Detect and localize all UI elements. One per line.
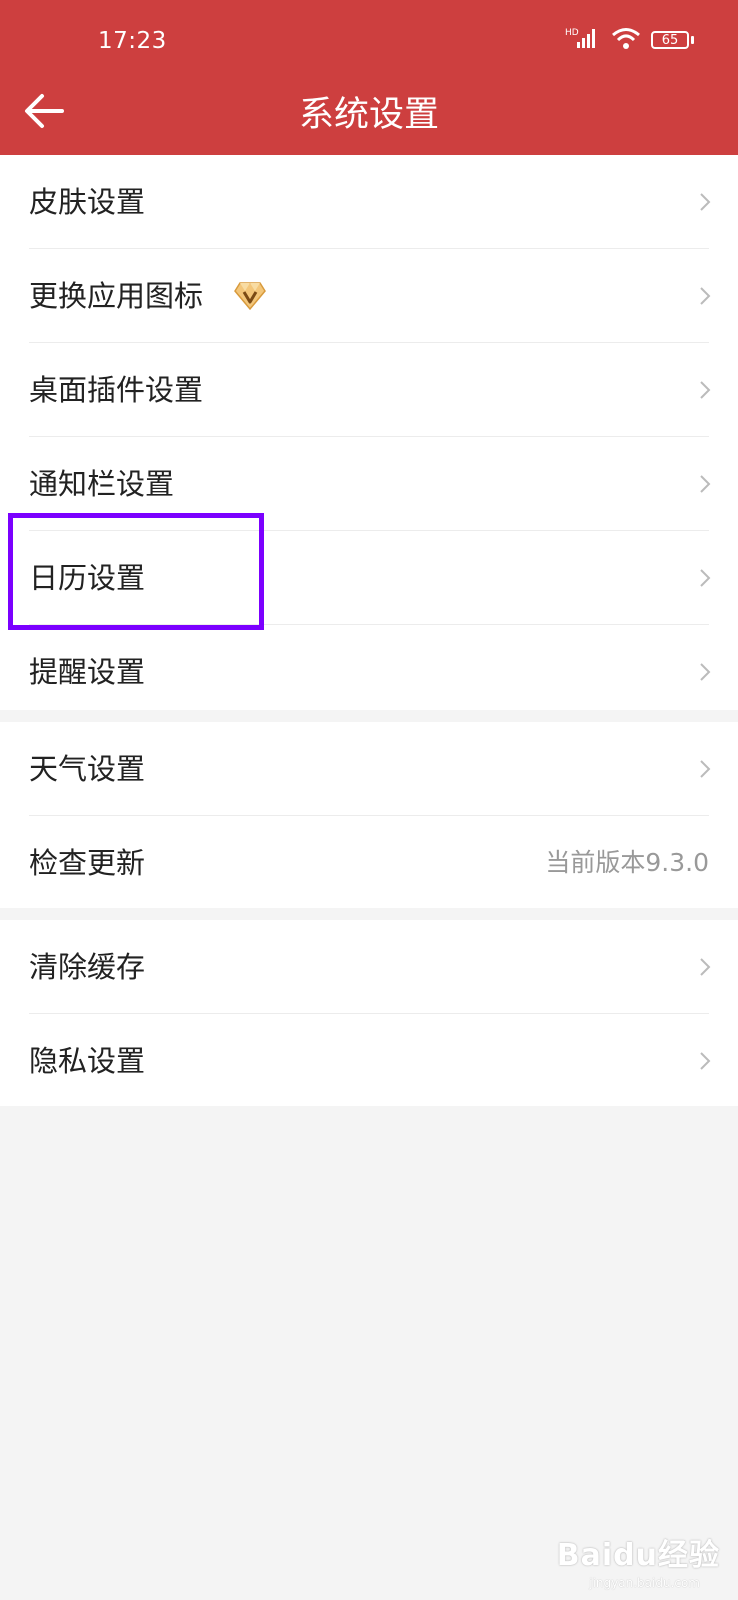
item-label: 桌面插件设置 [29, 373, 204, 407]
vip-diamond-icon [234, 282, 266, 311]
highlight-annotation-box [8, 513, 264, 630]
battery-icon: 65 [651, 31, 694, 49]
signal-hd-label: HD [565, 28, 579, 38]
watermark-logo: Baidu经验 [556, 1538, 720, 1573]
settings-item-skin[interactable]: 皮肤设置 [0, 155, 738, 249]
item-label: 更换应用图标 [29, 279, 204, 313]
version-value: 当前版本9.3.0 [545, 848, 709, 877]
chevron-right-icon [700, 1052, 711, 1070]
status-icons: HD 65 [565, 26, 694, 54]
item-label: 天气设置 [29, 752, 146, 786]
settings-item-check-update[interactable]: 检查更新 当前版本9.3.0 [0, 816, 738, 910]
settings-item-clear-cache[interactable]: 清除缓存 [0, 920, 738, 1014]
status-time: 17:23 [98, 28, 167, 54]
item-label: 皮肤设置 [29, 185, 146, 219]
settings-item-weather[interactable]: 天气设置 [0, 722, 738, 816]
settings-item-privacy[interactable]: 隐私设置 [0, 1014, 738, 1108]
item-label: 清除缓存 [29, 950, 146, 984]
chevron-right-icon [700, 760, 711, 778]
settings-group-3: 清除缓存 隐私设置 [0, 920, 738, 1106]
watermark-url: jingyan.baidu.com [589, 1576, 700, 1590]
settings-group-2: 天气设置 检查更新 当前版本9.3.0 [0, 722, 738, 908]
chevron-right-icon [700, 287, 711, 305]
item-label: 隐私设置 [29, 1044, 146, 1078]
status-bar: 17:23 HD 65 [0, 0, 738, 85]
chevron-right-icon [700, 569, 711, 587]
page-title: 系统设置 [298, 95, 439, 135]
chevron-right-icon [700, 381, 711, 399]
item-label: 提醒设置 [29, 655, 146, 689]
chevron-right-icon [700, 958, 711, 976]
chevron-right-icon [700, 475, 711, 493]
wifi-icon [611, 26, 641, 54]
battery-level: 65 [651, 31, 689, 49]
chevron-right-icon [700, 663, 711, 681]
settings-item-app-icon[interactable]: 更换应用图标 [0, 249, 738, 343]
settings-item-widget[interactable]: 桌面插件设置 [0, 343, 738, 437]
chevron-right-icon [700, 193, 711, 211]
signal-icon: HD [565, 26, 601, 54]
app-header: 17:23 HD 65 系统设置 [0, 0, 738, 155]
item-label: 检查更新 [29, 846, 146, 880]
settings-item-reminder[interactable]: 提醒设置 [0, 625, 738, 719]
